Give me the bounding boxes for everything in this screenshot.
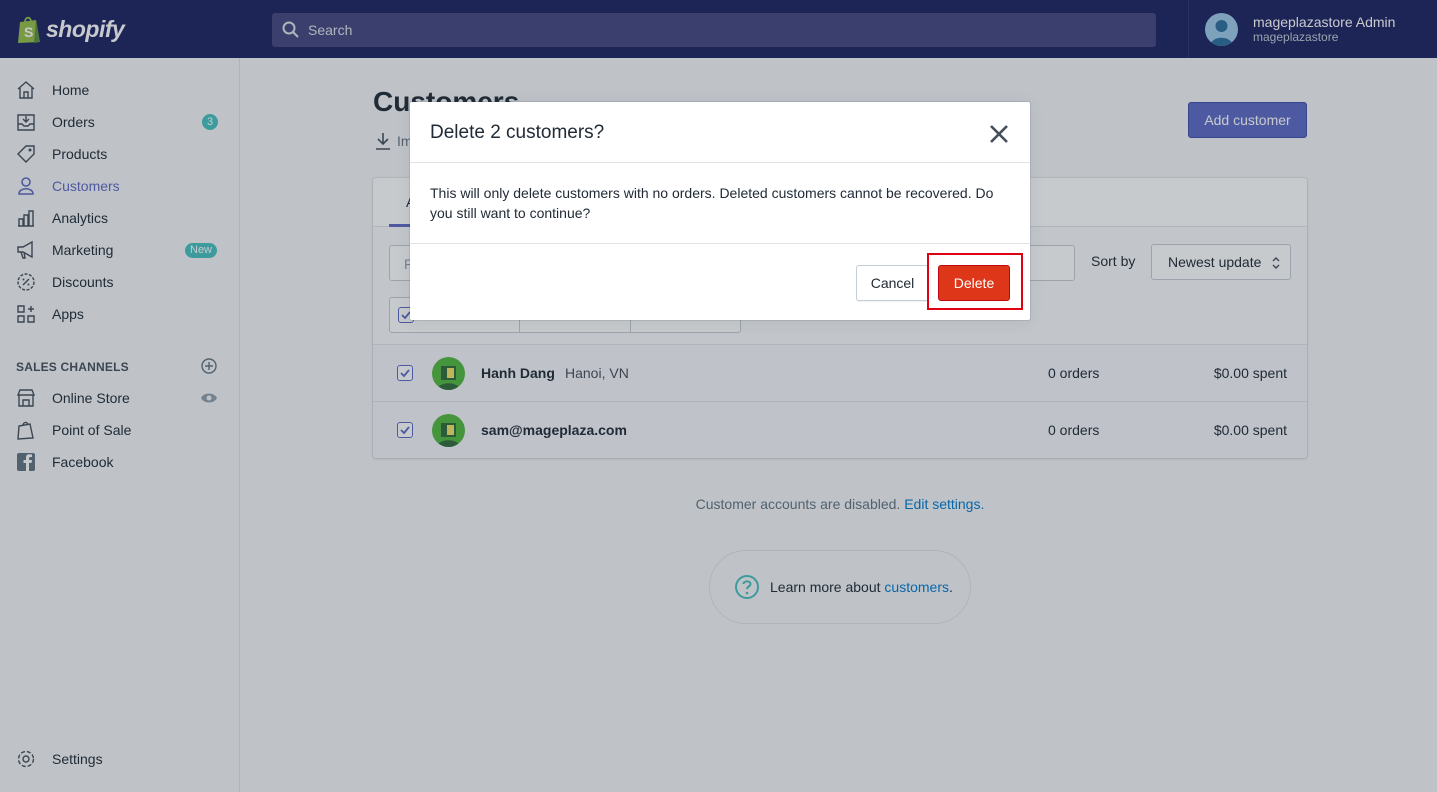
cancel-button[interactable]: Cancel <box>856 265 929 301</box>
close-icon[interactable] <box>987 122 1011 146</box>
modal-body: This will only delete customers with no … <box>430 185 994 221</box>
modal-title: Delete 2 customers? <box>430 122 605 143</box>
delete-highlight-box <box>927 253 1023 310</box>
modal-header: Delete 2 customers? <box>410 102 1030 163</box>
